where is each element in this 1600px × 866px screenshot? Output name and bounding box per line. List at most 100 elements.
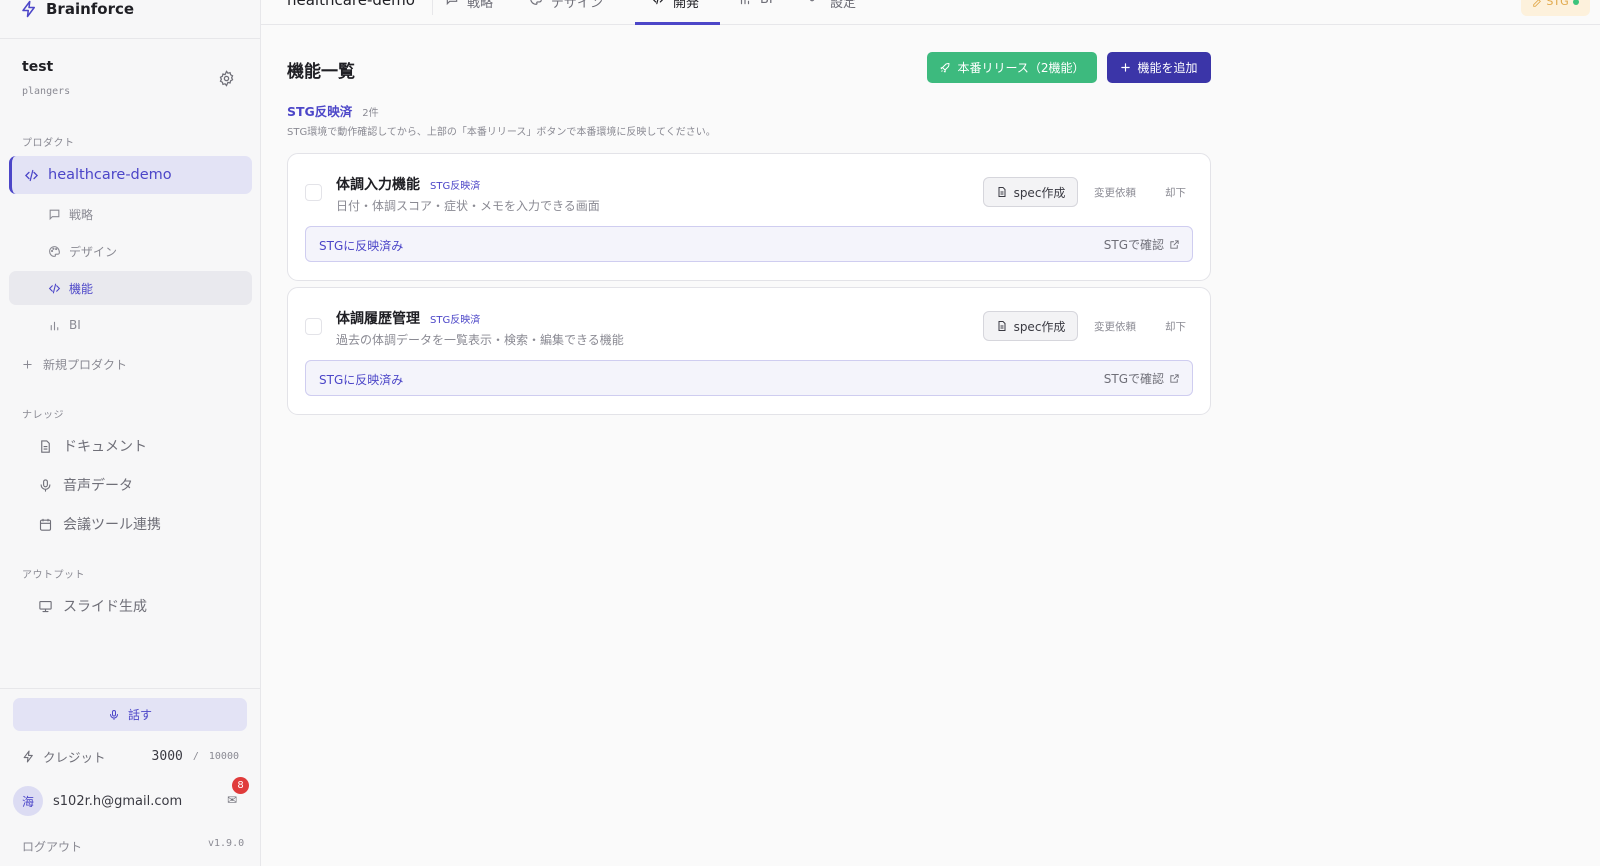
stg-status-text: STGに反映済み xyxy=(319,373,404,387)
credit-max: 10000 xyxy=(208,751,239,762)
status-badge: STG反映済 xyxy=(430,314,481,326)
plus-icon xyxy=(1121,63,1131,72)
calendar-icon xyxy=(39,518,52,531)
document-icon xyxy=(998,321,1006,331)
status-badge: STG反映済 xyxy=(430,180,481,192)
stg-check-link[interactable]: STGで確認 xyxy=(1104,370,1180,387)
sidebar-item-slides[interactable]: スライド生成 xyxy=(38,596,147,616)
document-icon xyxy=(998,187,1006,197)
new-project-button[interactable]: 新規プロダクト xyxy=(22,356,127,373)
env-badge[interactable]: STG xyxy=(1521,0,1590,16)
sidebar-item-audio[interactable]: 音声データ xyxy=(38,475,133,495)
sidebar-item-documents[interactable]: ドキュメント xyxy=(38,436,147,456)
tab-design[interactable]: デザイン xyxy=(529,0,603,25)
main-content: 機能一覧 本番リリース（2機能） 機能を追加 STG反映済 2件 STG環境で動… xyxy=(261,25,1600,866)
feature-card: 体調入力機能 STG反映済 日付・体調スコア・症状・メモを入力できる画面 spe… xyxy=(287,153,1211,281)
sidebar-item-label: BI xyxy=(69,318,81,332)
add-feature-label: 機能を追加 xyxy=(1137,61,1198,75)
avatar[interactable]: 海 xyxy=(13,786,43,816)
microphone-icon xyxy=(109,709,118,720)
sidebar-project-healthcare-demo[interactable]: healthcare-demo xyxy=(9,156,252,194)
feature-card: 体調履歴管理 STG反映済 過去の体調データを一覧表示・検索・編集できる機能 s… xyxy=(287,287,1211,415)
select-checkbox[interactable] xyxy=(305,318,322,335)
add-feature-button[interactable]: 機能を追加 xyxy=(1107,52,1211,83)
section-label-knowledge: ナレッジ xyxy=(22,410,64,421)
talk-button-label: 話す xyxy=(127,708,152,722)
notification-badge: 8 xyxy=(232,777,249,794)
spec-button-label: spec作成 xyxy=(1013,185,1066,200)
feature-name: 体調入力機能 xyxy=(336,177,420,193)
external-link-icon xyxy=(1170,374,1179,383)
user-profile[interactable]: 海 s102r.h@gmail.com ✉ 8 xyxy=(13,777,249,816)
sidebar-item-label: スライド生成 xyxy=(63,599,147,615)
logout-link[interactable]: ログアウト xyxy=(22,838,82,855)
select-checkbox[interactable] xyxy=(305,184,322,201)
stg-check-label: STGで確認 xyxy=(1103,238,1164,252)
workspace-org: plangers xyxy=(22,86,71,97)
code-icon xyxy=(652,0,664,5)
tab-label: デザイン xyxy=(551,0,604,11)
palette-icon xyxy=(49,245,60,257)
brand[interactable]: Brainforce xyxy=(20,0,134,20)
gear-icon[interactable] xyxy=(218,70,235,87)
divider xyxy=(0,688,260,689)
document-icon xyxy=(41,439,50,453)
feature-title-row: 体調入力機能 STG反映済 xyxy=(336,174,480,194)
divider xyxy=(432,0,433,15)
project-label: healthcare-demo xyxy=(48,167,172,183)
sidebar-item-label: 戦略 xyxy=(69,207,94,222)
tab-label: BI xyxy=(760,0,773,7)
spec-create-button[interactable]: spec作成 xyxy=(983,177,1078,207)
tab-bi[interactable]: BI xyxy=(738,0,773,25)
reject-button[interactable]: 却下 xyxy=(1165,185,1186,200)
env-badge-label: STG xyxy=(1546,0,1569,8)
version-label: v1.9.0 xyxy=(208,838,245,849)
sidebar: Brainforce test plangers プロダクト healthcar… xyxy=(0,0,261,866)
microphone-icon xyxy=(40,478,51,492)
lightning-icon xyxy=(23,750,33,763)
tab-label: 設定 xyxy=(830,0,857,11)
presentation-icon xyxy=(39,600,52,612)
tab-settings[interactable]: 設定 xyxy=(808,0,856,25)
tab-strategy[interactable]: 戦略 xyxy=(445,0,493,25)
section-title: STG反映済 xyxy=(287,104,353,119)
tab-label: 開発 xyxy=(673,0,700,11)
feature-name: 体調履歴管理 xyxy=(336,311,420,327)
spec-create-button[interactable]: spec作成 xyxy=(983,311,1078,341)
section-description: STG環境で動作確認してから、上部の「本番リリース」ボタンで本番環境に反映してく… xyxy=(287,127,716,138)
edit-icon xyxy=(1533,0,1542,7)
sidebar-item-label: デザイン xyxy=(69,244,118,259)
change-request-button[interactable]: 変更依頼 xyxy=(1094,319,1136,334)
sidebar-item-strategy[interactable]: 戦略 xyxy=(9,197,252,231)
talk-button[interactable]: 話す xyxy=(13,698,247,731)
settings-icon xyxy=(809,0,815,2)
sidebar-item-label: 会議ツール連携 xyxy=(63,517,161,533)
stg-status-text: STGに反映済み xyxy=(319,239,404,253)
sidebar-item-design[interactable]: デザイン xyxy=(9,234,252,268)
sidebar-item-meeting-tools[interactable]: 会議ツール連携 xyxy=(38,514,161,534)
section-label-output: アウトプット xyxy=(22,570,85,581)
topbar: healthcare-demo 戦略 デザイン 開発 BI 設定 STG xyxy=(261,0,1600,25)
palette-icon xyxy=(530,0,542,5)
reject-button[interactable]: 却下 xyxy=(1165,319,1186,334)
feature-description: 過去の体調データを一覧表示・検索・編集できる機能 xyxy=(336,333,624,347)
section-header: STG反映済 2件 xyxy=(287,101,379,120)
lightning-icon xyxy=(22,0,35,18)
code-icon xyxy=(48,283,61,293)
stg-status-bar: STGに反映済み STGで確認 xyxy=(305,226,1193,262)
mail-icon[interactable]: ✉ xyxy=(227,793,243,809)
credit-meter: クレジット 3000 / 10000 xyxy=(22,747,239,766)
app-name: Brainforce xyxy=(46,0,135,18)
stg-status-bar: STGに反映済み STGで確認 xyxy=(305,360,1193,396)
change-request-button[interactable]: 変更依頼 xyxy=(1094,185,1136,200)
release-button[interactable]: 本番リリース（2機能） xyxy=(927,52,1097,83)
feature-description: 日付・体調スコア・症状・メモを入力できる画面 xyxy=(336,199,600,213)
sidebar-item-features[interactable]: 機能 xyxy=(9,271,252,305)
stg-check-link[interactable]: STGで確認 xyxy=(1104,236,1180,253)
code-icon xyxy=(24,169,39,181)
sidebar-item-label: 音声データ xyxy=(63,478,133,494)
rocket-icon xyxy=(940,62,950,72)
new-project-label: 新規プロダクト xyxy=(43,358,128,372)
credit-separator: / xyxy=(192,751,199,762)
sidebar-item-bi[interactable]: BI xyxy=(9,308,252,342)
